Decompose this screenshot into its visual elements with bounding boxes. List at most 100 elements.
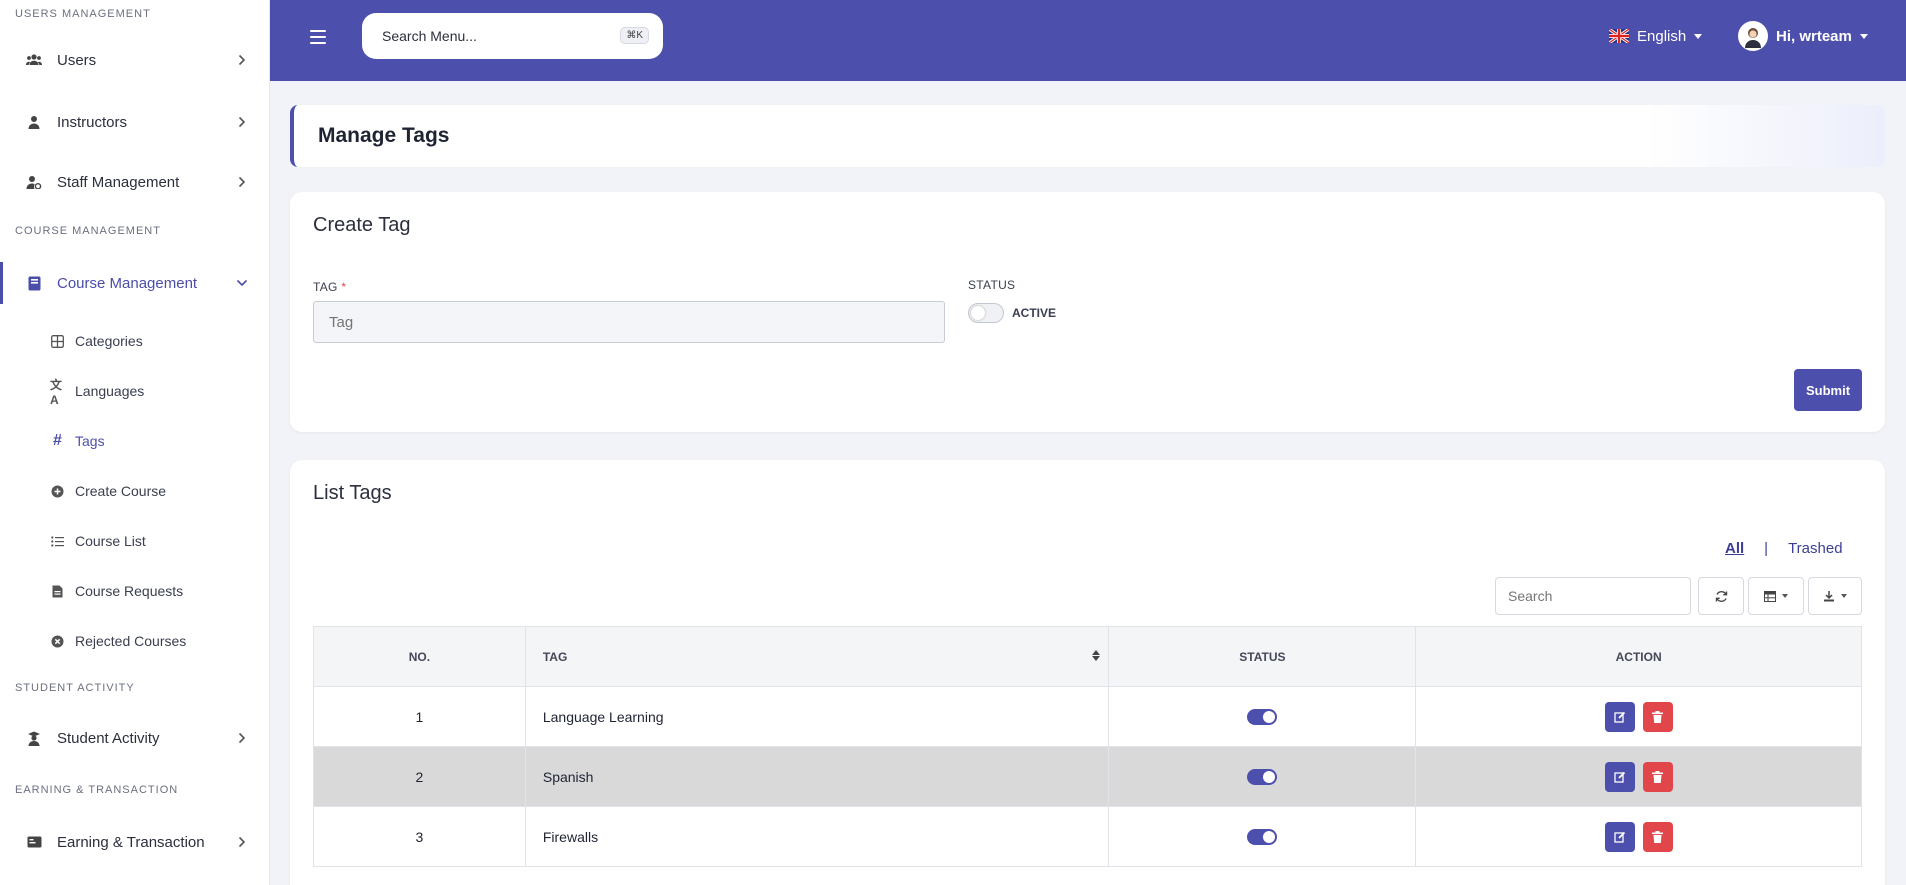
list-tags-title: List Tags: [313, 482, 392, 504]
export-button[interactable]: [1808, 577, 1862, 615]
row-actions: [1415, 746, 1862, 807]
sidebar-subitem-label: Create Course: [75, 483, 167, 499]
refresh-button[interactable]: [1698, 577, 1744, 615]
submit-button[interactable]: Submit: [1794, 369, 1862, 411]
table-row[interactable]: 2 Spanish: [313, 746, 1862, 807]
sidebar-subitem-label: Course Requests: [75, 583, 184, 599]
row-actions: [1415, 806, 1862, 867]
x-circle-icon: [50, 634, 65, 649]
sidebar-item-instructors[interactable]: Instructors: [0, 92, 269, 152]
refresh-icon: [1715, 590, 1727, 602]
page-header: Manage Tags: [290, 105, 1885, 167]
list-tags-card: List Tags All | Trashed NO. TAG STATUS A…: [290, 460, 1885, 885]
table-header-row: NO. TAG STATUS ACTION: [313, 626, 1862, 687]
status-toggle[interactable]: [968, 303, 1004, 323]
book-icon: [25, 274, 43, 292]
chevron-right-icon: [235, 835, 249, 849]
sidebar-subitem-create-course[interactable]: Create Course: [0, 466, 269, 516]
staff-icon: [25, 173, 43, 191]
sidebar-item-label: Staff Management: [57, 173, 180, 191]
sidebar-subitem-rejected-courses[interactable]: Rejected Courses: [0, 616, 269, 666]
user-greeting: Hi, wrteam: [1776, 27, 1852, 45]
row-status-toggle[interactable]: [1247, 709, 1278, 726]
chevron-down-icon: [235, 276, 249, 290]
sidebar-subitem-label: Languages: [75, 383, 145, 399]
avatar: [1738, 21, 1768, 51]
hashtag-icon: #: [53, 432, 62, 449]
grid-icon: [50, 334, 65, 349]
edit-button[interactable]: [1604, 821, 1635, 852]
sidebar-item-label: Instructors: [57, 113, 128, 131]
sidebar-subitem-label: Categories: [75, 333, 143, 349]
create-tag-card: Create Tag TAG * STATUS ACTIVE Submit: [290, 192, 1885, 432]
row-status-cell: [1108, 746, 1417, 807]
row-status-cell: [1108, 686, 1417, 747]
row-status-toggle[interactable]: [1247, 769, 1278, 786]
columns-toggle-button[interactable]: [1748, 577, 1804, 615]
filter-links: All | Trashed: [1725, 540, 1843, 557]
language-label: English: [1637, 27, 1687, 45]
chevron-right-icon: [235, 731, 249, 745]
table-search-input[interactable]: [1495, 577, 1691, 615]
tags-table: NO. TAG STATUS ACTION 1 Language Learnin…: [313, 626, 1862, 867]
row-no: 3: [313, 806, 526, 867]
search-menu-input[interactable]: Search Menu... ⌘K: [362, 13, 663, 59]
required-mark: *: [341, 280, 347, 294]
sidebar-item-course-management[interactable]: Course Management: [0, 250, 269, 316]
sidebar-item-label: Earning & Transaction: [57, 833, 205, 851]
column-header-tag[interactable]: TAG: [524, 626, 1110, 687]
caret-down-icon: [1841, 594, 1847, 598]
edit-icon: [1614, 831, 1625, 843]
section-title-earning-transaction: EARNING & TRANSACTION: [15, 784, 179, 796]
column-header-status[interactable]: STATUS: [1108, 626, 1417, 687]
sidebar-item-earning-transaction[interactable]: Earning & Transaction: [0, 810, 269, 874]
search-menu-placeholder: Search Menu...: [382, 28, 477, 44]
tag-input[interactable]: [313, 301, 945, 343]
table-row[interactable]: 1 Language Learning: [313, 686, 1862, 747]
sidebar-item-staff-management[interactable]: Staff Management: [0, 152, 269, 212]
download-icon: [1824, 591, 1834, 602]
filter-separator: |: [1764, 540, 1769, 557]
file-icon: [50, 584, 65, 599]
plus-circle-icon: [50, 484, 65, 499]
delete-button[interactable]: [1642, 821, 1673, 852]
edit-button[interactable]: [1604, 701, 1635, 732]
sidebar-subitem-tags[interactable]: # Tags: [0, 416, 269, 466]
list-icon: [50, 534, 65, 549]
users-icon: [25, 51, 43, 69]
row-no: 2: [313, 746, 526, 807]
student-icon: [25, 729, 43, 747]
delete-button[interactable]: [1642, 761, 1673, 792]
sidebar-subitem-languages[interactable]: 文A Languages: [0, 366, 269, 416]
row-status-toggle[interactable]: [1247, 829, 1278, 846]
user-menu[interactable]: Hi, wrteam: [1738, 19, 1868, 53]
table-row[interactable]: 3 Firewalls: [313, 806, 1862, 867]
sidebar-item-users[interactable]: Users: [0, 28, 269, 92]
sidebar-subitem-course-list[interactable]: Course List: [0, 516, 269, 566]
filter-all-link[interactable]: All: [1725, 540, 1744, 557]
create-tag-title: Create Tag: [313, 214, 411, 236]
sidebar-item-student-activity[interactable]: Student Activity: [0, 706, 269, 770]
column-header-tag-label: TAG: [542, 649, 568, 664]
sidebar-subitem-course-requests[interactable]: Course Requests: [0, 566, 269, 616]
edit-button[interactable]: [1604, 761, 1635, 792]
page-title: Manage Tags: [318, 124, 450, 147]
column-header-action[interactable]: ACTION: [1415, 626, 1862, 687]
column-header-no[interactable]: NO.: [313, 626, 526, 687]
shortcut-badge: ⌘K: [620, 27, 649, 44]
delete-button[interactable]: [1642, 701, 1673, 732]
row-tag: Spanish: [524, 746, 1110, 807]
row-tag: Firewalls: [524, 806, 1110, 867]
menu-toggle-icon[interactable]: [310, 26, 332, 48]
section-title-student-activity: STUDENT ACTIVITY: [15, 682, 135, 694]
language-dropdown[interactable]: English: [1609, 22, 1703, 50]
caret-down-icon: [1694, 33, 1703, 39]
sidebar-item-label: Student Activity: [57, 729, 160, 747]
sidebar-subitem-label: Tags: [75, 433, 105, 449]
sidebar: USERS MANAGEMENT Users Instructors Staff…: [0, 0, 270, 885]
sidebar-subitem-categories[interactable]: Categories: [0, 316, 269, 366]
columns-icon: [1764, 590, 1776, 602]
section-title-course-management: COURSE MANAGEMENT: [15, 225, 161, 237]
trash-icon: [1652, 710, 1664, 723]
filter-trashed-link[interactable]: Trashed: [1788, 540, 1842, 557]
